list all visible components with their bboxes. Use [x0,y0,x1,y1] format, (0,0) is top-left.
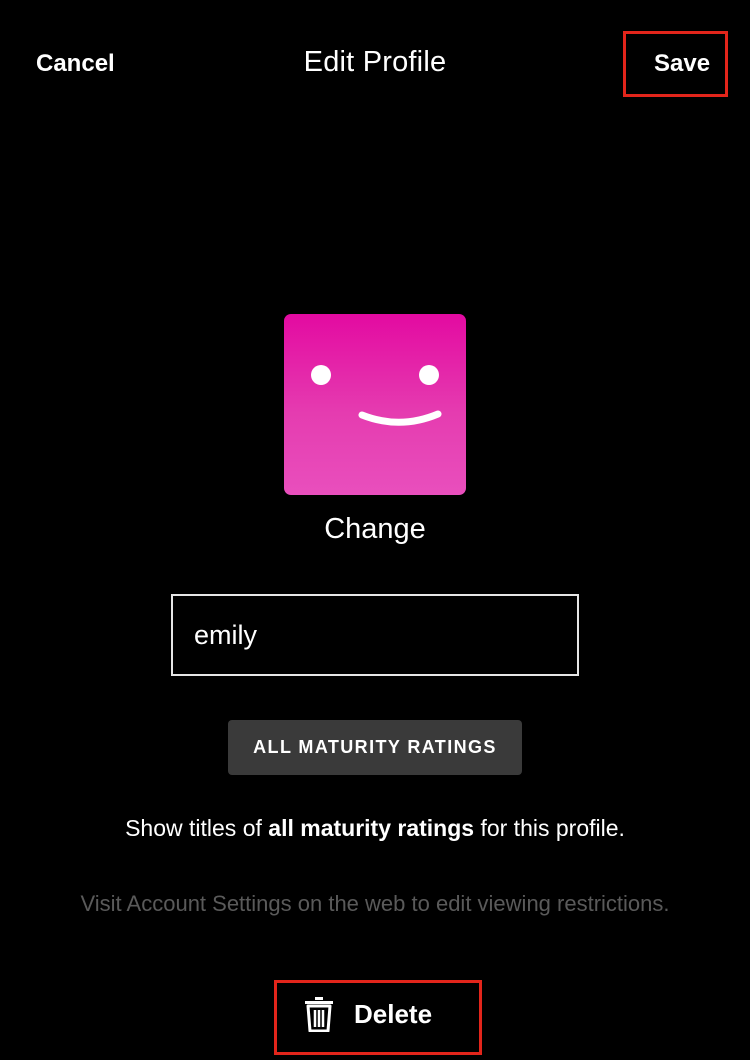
delete-profile-button[interactable]: Delete [304,996,432,1032]
profile-avatar[interactable] [284,314,466,495]
maturity-desc-suffix: for this profile. [474,815,625,841]
save-button[interactable]: Save [654,50,710,78]
right-eye [419,365,439,385]
maturity-desc-prefix: Show titles of [125,815,269,841]
left-eye [311,365,331,385]
maturity-desc-bold: all maturity ratings [268,815,475,841]
trash-icon [305,997,333,1032]
smiley-face-icon [311,365,442,426]
profile-name-input[interactable] [171,594,579,676]
maturity-description: Show titles of all maturity ratings for … [0,813,750,844]
delete-label: Delete [354,998,433,1029]
change-avatar-button[interactable]: Change [0,513,750,546]
smile-mouth [358,410,442,426]
maturity-rating-button[interactable]: ALL MATURITY RATINGS [228,720,522,775]
viewing-restrictions-note: Visit Account Settings on the web to edi… [80,891,670,916]
